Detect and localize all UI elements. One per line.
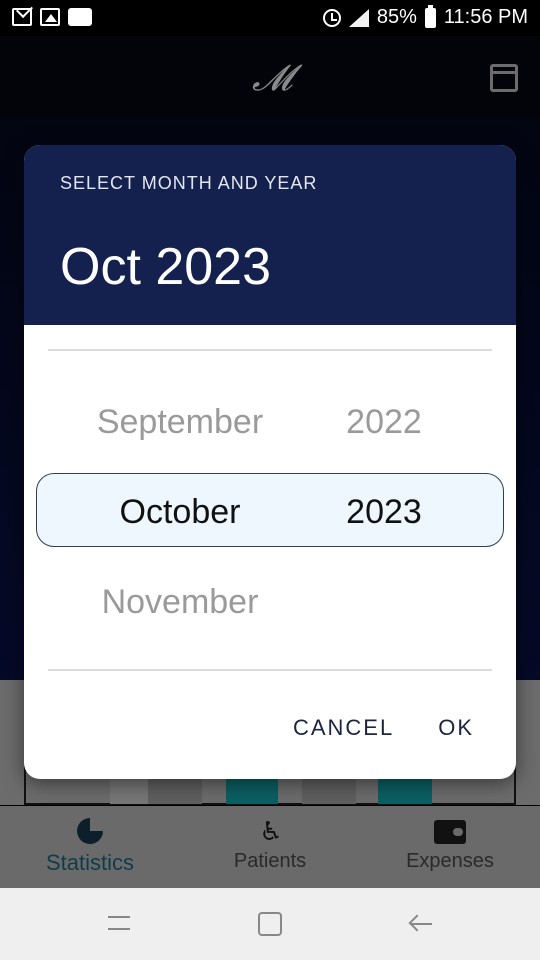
ok-button[interactable]: OK bbox=[438, 715, 474, 751]
bottom-navigation: Statistics ♿ Patients Expenses bbox=[0, 806, 540, 888]
nav-expenses[interactable]: Expenses bbox=[360, 806, 540, 888]
chart-bar bbox=[148, 778, 202, 804]
nav-label: Statistics bbox=[45, 850, 135, 875]
image-icon bbox=[40, 8, 60, 26]
calendar-icon[interactable] bbox=[490, 64, 518, 92]
wheelchair-icon: ♿ bbox=[259, 817, 283, 847]
signal-icon bbox=[348, 8, 369, 27]
dialog-overline: SELECT MONTH AND YEAR bbox=[60, 173, 318, 193]
picker-row-previous[interactable]: September 2022 bbox=[24, 385, 516, 459]
back-icon[interactable] bbox=[408, 912, 434, 936]
chart-bar bbox=[378, 778, 432, 804]
status-bar: 85% 11:56 PM bbox=[0, 0, 540, 36]
month-year-picker-dialog: SELECT MONTH AND YEAR Oct 2023 September… bbox=[24, 145, 516, 779]
nav-statistics[interactable]: Statistics bbox=[0, 806, 180, 888]
battery-percent: 85% bbox=[376, 6, 417, 28]
nav-label: Patients bbox=[233, 850, 307, 872]
mail-icon bbox=[12, 8, 32, 26]
selected-month[interactable]: October bbox=[80, 475, 280, 549]
month-option[interactable]: September bbox=[80, 385, 280, 459]
home-icon[interactable] bbox=[258, 912, 282, 936]
nav-label: Expenses bbox=[406, 850, 494, 872]
divider bbox=[48, 349, 492, 351]
m-logo-icon: 𝓜 bbox=[252, 58, 293, 99]
chart-bar bbox=[110, 778, 148, 804]
recent-apps-icon[interactable] bbox=[106, 912, 132, 934]
wallet-icon bbox=[434, 820, 466, 844]
divider bbox=[48, 669, 492, 671]
video-icon bbox=[68, 8, 92, 26]
alarm-icon bbox=[322, 8, 341, 27]
nav-patients[interactable]: ♿ Patients bbox=[180, 806, 360, 888]
dialog-actions: CANCEL OK bbox=[293, 715, 516, 751]
clock: 11:56 PM bbox=[443, 6, 528, 28]
month-option[interactable]: November bbox=[80, 565, 280, 639]
battery-icon bbox=[424, 4, 436, 28]
chart-bar bbox=[226, 778, 278, 804]
system-indicators: 85% 11:56 PM bbox=[322, 4, 528, 29]
selected-year[interactable]: 2023 bbox=[284, 475, 484, 549]
picker-row-selected[interactable]: October 2023 bbox=[24, 475, 516, 549]
picker-row-next[interactable]: November bbox=[24, 565, 516, 639]
dialog-title: Oct 2023 bbox=[60, 238, 272, 296]
dialog-header: SELECT MONTH AND YEAR Oct 2023 bbox=[24, 145, 516, 325]
pie-chart-icon bbox=[77, 818, 103, 844]
notification-icons bbox=[12, 8, 92, 26]
year-option[interactable]: 2022 bbox=[284, 385, 484, 459]
cancel-button[interactable]: CANCEL bbox=[293, 715, 394, 751]
chart-bar bbox=[302, 778, 356, 804]
